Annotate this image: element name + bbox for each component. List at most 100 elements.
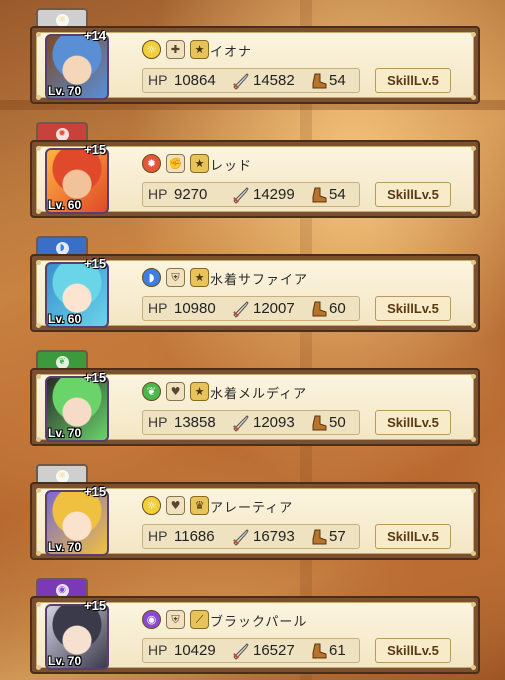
hp-value: 10429 (174, 642, 216, 659)
frame-rivet (471, 260, 476, 265)
sword-icon (231, 300, 251, 318)
plus-level: +15 (84, 598, 107, 613)
attack-value: 12007 (253, 300, 295, 317)
speed-value: 50 (329, 414, 346, 431)
level-label: Lv. 60 (48, 312, 82, 326)
plus-level: +15 (84, 142, 107, 157)
frame-rivet (471, 32, 476, 37)
speed-value: 57 (329, 528, 346, 545)
card-frame: +14 Lv. 70 ☼ ✚ ★ イオナ HP 10864 14582 54 SkillLv.5 (30, 26, 480, 104)
unit-card[interactable]: ❦ +15 Lv. 70 ❦ ♥ ★ 水着メルディア HP 13858 12093 50 SkillL… (30, 350, 480, 446)
hp-label: HP (148, 528, 168, 544)
frame-rivet (36, 260, 41, 265)
frame-rivet (36, 32, 41, 37)
card-frame: +15 Lv. 60 ✹ ✊ ★ レッド HP 9270 14299 54 SkillLv.5 (30, 140, 480, 218)
plus-level: +15 (84, 256, 107, 271)
character-name: 水着メルディア (210, 387, 308, 402)
water-element-icon: ◗ (142, 268, 161, 287)
level-label: Lv. 60 (48, 198, 82, 212)
level-label: Lv. 70 (48, 426, 82, 440)
character-name: ブラックパール (210, 615, 308, 630)
sword-icon (231, 642, 251, 660)
hp-label: HP (148, 72, 168, 88)
character-name: レッド (210, 159, 253, 174)
attack-value: 14582 (253, 72, 295, 89)
unit-card[interactable]: ◗ +15 Lv. 60 ◗ ⛨ ★ 水着サファイア HP 10980 12007 60 SkillL… (30, 236, 480, 332)
frame-rivet (471, 665, 476, 670)
character-name: アレーティア (210, 501, 294, 516)
light-tab-icon: ☼ (55, 469, 69, 483)
star-rarity-icon: ★ (190, 154, 209, 173)
dark-element-icon: ◉ (142, 610, 161, 629)
skill-level-button[interactable]: SkillLv.5 (375, 638, 451, 663)
boot-icon (310, 186, 328, 204)
attack-value: 12093 (253, 414, 295, 431)
fire-element-icon: ✹ (142, 154, 161, 173)
hp-value: 9270 (174, 186, 208, 203)
frame-rivet (36, 95, 41, 100)
stats-bar: HP 10429 16527 61 (142, 638, 360, 663)
hp-label: HP (148, 186, 168, 202)
frame-rivet (36, 323, 41, 328)
star-rarity-icon: ★ (190, 382, 209, 401)
star-rarity-icon: ★ (190, 40, 209, 59)
unit-card[interactable]: ◉ +15 Lv. 70 ◉ ⛨ ⟋ ブラックパール HP 10429 16527 61 SkillL… (30, 578, 480, 674)
speed-value: 54 (329, 72, 346, 89)
frame-rivet (36, 602, 41, 607)
card-frame: +15 Lv. 70 ◉ ⛨ ⟋ ブラックパール HP 10429 16527 61 SkillLv… (30, 596, 480, 674)
frame-rivet (471, 209, 476, 214)
speed-value: 61 (329, 642, 346, 659)
skill-level-button[interactable]: SkillLv.5 (375, 182, 451, 207)
plus-level: +15 (84, 370, 107, 385)
star-rarity-icon: ★ (190, 268, 209, 287)
heart-role-icon: ♥ (166, 496, 185, 515)
hp-value: 10980 (174, 300, 216, 317)
attack-value: 16527 (253, 642, 295, 659)
fire-tab-icon: ✹ (55, 127, 69, 141)
boot-icon (310, 300, 328, 318)
frame-rivet (36, 551, 41, 556)
sword-rarity-icon: ⟋ (190, 610, 209, 629)
boot-icon (310, 72, 328, 90)
frame-rivet (471, 95, 476, 100)
light-tab-icon: ☼ (55, 13, 69, 27)
skill-level-button[interactable]: SkillLv.5 (375, 68, 451, 93)
frame-rivet (36, 374, 41, 379)
sword-icon (231, 414, 251, 432)
dark-tab-icon: ◉ (55, 583, 69, 597)
unit-card[interactable]: ☼ +15 Lv. 70 ☼ ♥ ♛ アレーティア HP 11686 16793 57 SkillLv… (30, 464, 480, 560)
stats-bar: HP 10864 14582 54 (142, 68, 360, 93)
skill-level-button[interactable]: SkillLv.5 (375, 410, 451, 435)
frame-rivet (36, 146, 41, 151)
level-label: Lv. 70 (48, 84, 82, 98)
water-tab-icon: ◗ (55, 241, 69, 255)
frame-rivet (471, 551, 476, 556)
shield-role-icon: ⛨ (166, 268, 185, 287)
attack-value: 16793 (253, 528, 295, 545)
frame-rivet (471, 323, 476, 328)
skill-level-button[interactable]: SkillLv.5 (375, 296, 451, 321)
light-element-icon: ☼ (142, 40, 161, 59)
frame-rivet (36, 488, 41, 493)
hp-value: 11686 (174, 528, 215, 545)
sword-icon (231, 528, 251, 546)
frame-rivet (36, 209, 41, 214)
unit-card[interactable]: ☼ +14 Lv. 70 ☼ ✚ ★ イオナ HP 10864 14582 54 SkillLv.5 (30, 8, 480, 104)
stats-bar: HP 11686 16793 57 (142, 524, 360, 549)
character-name: イオナ (210, 45, 253, 60)
light-element-icon: ☼ (142, 496, 161, 515)
hp-value: 13858 (174, 414, 216, 431)
wind-tab-icon: ❦ (55, 355, 69, 369)
stats-bar: HP 13858 12093 50 (142, 410, 360, 435)
frame-rivet (471, 437, 476, 442)
level-label: Lv. 70 (48, 654, 82, 668)
plus-level: +14 (84, 28, 107, 43)
plus-level: +15 (84, 484, 107, 499)
boot-icon (310, 414, 328, 432)
cross-role-icon: ✚ (166, 40, 185, 59)
unit-card[interactable]: ✹ +15 Lv. 60 ✹ ✊ ★ レッド HP 9270 14299 54 SkillLv.5 (30, 122, 480, 218)
hp-value: 10864 (174, 72, 216, 89)
skill-level-button[interactable]: SkillLv.5 (375, 524, 451, 549)
attack-value: 14299 (253, 186, 295, 203)
frame-rivet (471, 146, 476, 151)
